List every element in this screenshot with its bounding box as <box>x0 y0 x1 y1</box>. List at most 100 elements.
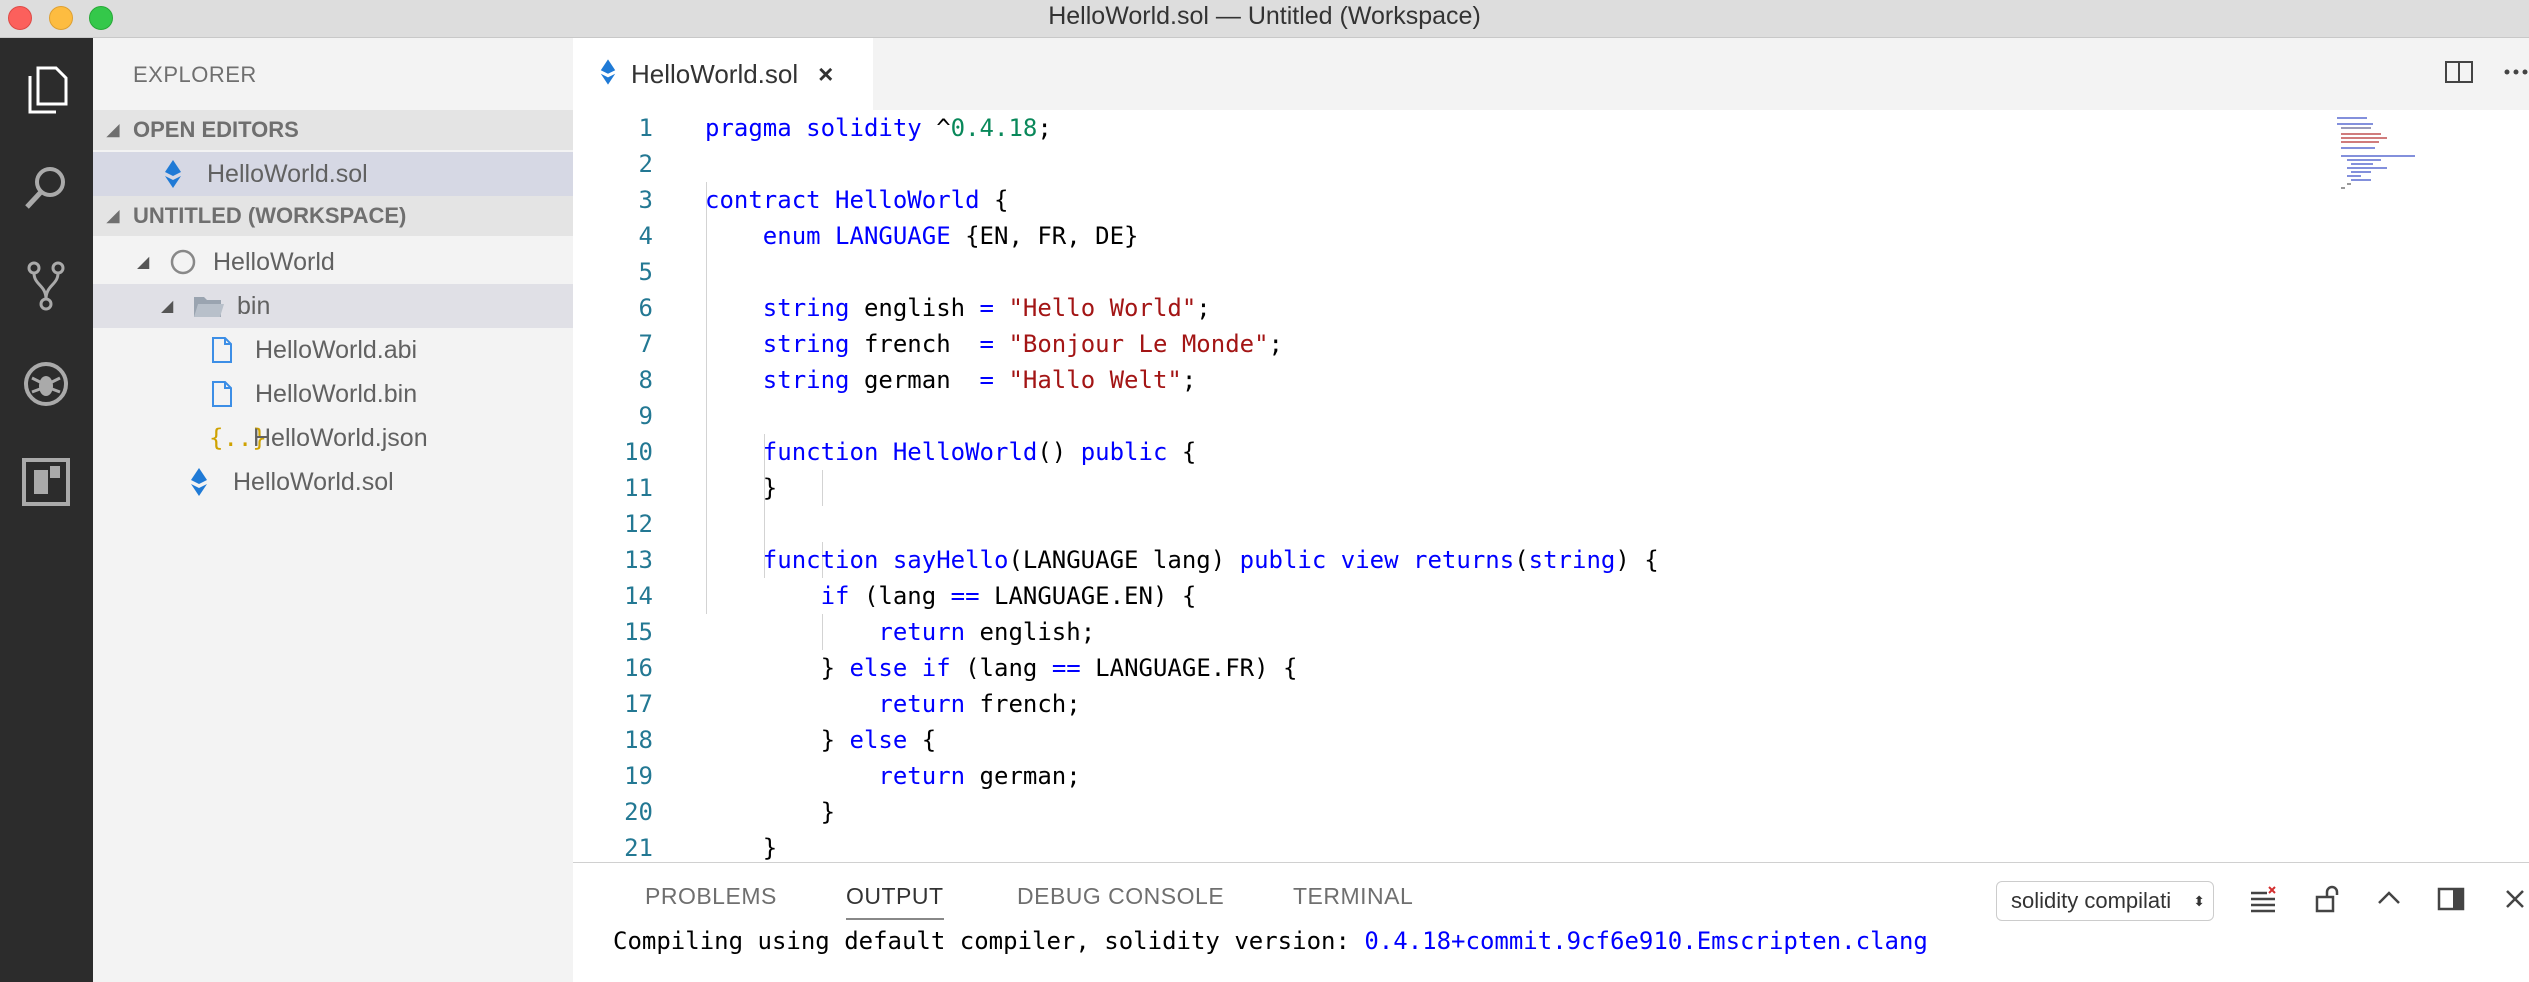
output-channel-value: solidity compilati <box>2011 888 2172 913</box>
tab-terminal[interactable]: TERMINAL <box>1293 883 1413 910</box>
close-tab-button[interactable]: × <box>818 59 833 90</box>
debug-icon[interactable] <box>14 352 78 416</box>
tab-problems[interactable]: PROBLEMS <box>645 883 777 910</box>
output-text: Compiling using default compiler, solidi… <box>613 927 1928 955</box>
chevron-updown-icon: ⬍ <box>2193 892 2205 909</box>
code-line: } <box>705 474 778 502</box>
output-version: 0.4.18+commit.9cf6e910.Emscripten.clang <box>1364 927 1928 955</box>
code-editor[interactable]: 1 pragma solidity ^0.4.18; 2 3 contract He… <box>573 110 2529 862</box>
editor-actions <box>2445 60 2529 91</box>
workspace-header[interactable]: ◢ UNTITLED (WORKSPACE) <box>93 196 573 236</box>
activity-bar <box>0 38 93 982</box>
code-line: return english; <box>878 618 1096 646</box>
open-editor-item[interactable]: HelloWorld.sol <box>93 152 573 196</box>
code-line: if (lang == LANGUAGE.EN) { <box>820 582 1197 610</box>
tree-item-label: HelloWorld.sol <box>233 467 394 496</box>
window-title: HelloWorld.sol — Untitled (Workspace) <box>1048 2 1481 30</box>
tree-item-label: HelloWorld.abi <box>255 335 418 364</box>
line-number: 2 <box>638 150 653 178</box>
line-number: 19 <box>624 762 653 790</box>
line-number: 14 <box>624 582 653 610</box>
close-panel-icon[interactable] <box>2503 885 2527 920</box>
open-editors-header[interactable]: ◢ OPEN EDITORS <box>93 110 573 150</box>
tree-item-abi-file[interactable]: HelloWorld.abi <box>93 328 573 372</box>
more-actions-icon[interactable] <box>2503 60 2529 91</box>
line-number: 8 <box>638 366 653 394</box>
tab-output[interactable]: OUTPUT <box>846 883 944 920</box>
minimap[interactable] <box>2335 116 2485 216</box>
tree-item-json-file[interactable]: {..} HelloWorld.json <box>93 416 573 460</box>
open-editor-label: HelloWorld.sol <box>207 159 368 188</box>
tab-label: HelloWorld.sol <box>631 58 799 89</box>
chevron-down-icon: ◢ <box>107 208 120 225</box>
line-number: 4 <box>638 222 653 250</box>
bottom-panel: PROBLEMS OUTPUT DEBUG CONSOLE TERMINAL s… <box>573 862 2529 982</box>
code-line: } <box>705 834 778 862</box>
explorer-icon[interactable] <box>14 58 78 122</box>
extensions-icon[interactable] <box>14 450 78 514</box>
tree-item-bin-folder[interactable]: ◢ bin <box>93 284 573 328</box>
output-channel-select[interactable]: solidity compilati ⬍ <box>1996 881 2214 921</box>
sidebar-title: EXPLORER <box>133 62 257 87</box>
line-number: 7 <box>638 330 653 358</box>
solidity-icon <box>599 58 617 90</box>
code-line: string english = "Hello World"; <box>762 294 1211 322</box>
indent-guide <box>822 470 823 506</box>
code-line: function sayHello(LANGUAGE lang) public … <box>762 546 1659 574</box>
tab-helloworld-sol[interactable]: HelloWorld.sol × <box>573 38 873 110</box>
code-line: } <box>705 798 836 826</box>
explorer-sidebar: EXPLORER ◢ OPEN EDITORS HelloWorld.sol ◢… <box>93 38 573 982</box>
file-icon <box>211 336 245 364</box>
solidity-icon <box>163 160 197 188</box>
line-number: 1 <box>638 114 653 142</box>
line-number: 17 <box>624 690 653 718</box>
folder-root-icon <box>169 248 203 276</box>
lock-scroll-icon[interactable] <box>2313 885 2341 920</box>
line-number: 15 <box>624 618 653 646</box>
line-number: 6 <box>638 294 653 322</box>
tree-item-sol-file[interactable]: HelloWorld.sol <box>93 460 573 504</box>
line-number: 13 <box>624 546 653 574</box>
tab-debug-console[interactable]: DEBUG CONSOLE <box>1017 883 1224 910</box>
code-line: string french = "Bonjour Le Monde"; <box>762 330 1283 358</box>
toggle-panel-position-icon[interactable] <box>2437 885 2465 920</box>
line-number: 10 <box>624 438 653 466</box>
line-number: 16 <box>624 654 653 682</box>
code-line: return french; <box>878 690 1081 718</box>
line-number: 12 <box>624 510 653 538</box>
code-line: } else if (lang == LANGUAGE.FR) { <box>705 654 1298 682</box>
chevron-down-icon: ◢ <box>161 298 174 315</box>
line-number: 11 <box>624 474 653 502</box>
tree-item-helloworld-folder[interactable]: ◢ HelloWorld <box>93 240 573 284</box>
line-number: 20 <box>624 798 653 826</box>
workspace-label: UNTITLED (WORKSPACE) <box>133 203 407 228</box>
tree-item-label: HelloWorld.json <box>253 423 428 452</box>
open-editors-label: OPEN EDITORS <box>133 117 299 142</box>
editor-area: HelloWorld.sol × 1 pragma solidity ^0.4.1… <box>573 38 2529 862</box>
code-line: function HelloWorld() public { <box>762 438 1197 466</box>
code-line: } else { <box>705 726 937 754</box>
line-number: 18 <box>624 726 653 754</box>
line-number: 5 <box>638 258 653 286</box>
split-editor-icon[interactable] <box>2445 60 2473 91</box>
code-line: enum LANGUAGE {EN, FR, DE} <box>762 222 1139 250</box>
tree-item-label: HelloWorld <box>213 247 335 276</box>
clear-output-icon[interactable] <box>2249 885 2277 920</box>
title-bar: HelloWorld.sol — Untitled (Workspace) <box>0 0 2529 38</box>
chevron-down-icon: ◢ <box>137 254 150 271</box>
tree-item-bin-file[interactable]: HelloWorld.bin <box>93 372 573 416</box>
line-number: 21 <box>624 834 653 862</box>
line-number: 9 <box>638 402 653 430</box>
solidity-icon <box>189 468 223 496</box>
maximize-panel-icon[interactable] <box>2375 885 2403 920</box>
editor-tabs: HelloWorld.sol × <box>573 38 2529 110</box>
tree-item-label: bin <box>237 291 271 320</box>
code-line: return german; <box>878 762 1081 790</box>
search-icon[interactable] <box>14 156 78 220</box>
tree-item-label: HelloWorld.bin <box>255 379 418 408</box>
source-control-icon[interactable] <box>14 254 78 318</box>
code-line: contract HelloWorld { <box>705 186 1009 214</box>
json-icon: {..} <box>209 424 267 452</box>
file-icon <box>211 380 245 408</box>
code-line: string german = "Hallo Welt"; <box>762 366 1197 394</box>
